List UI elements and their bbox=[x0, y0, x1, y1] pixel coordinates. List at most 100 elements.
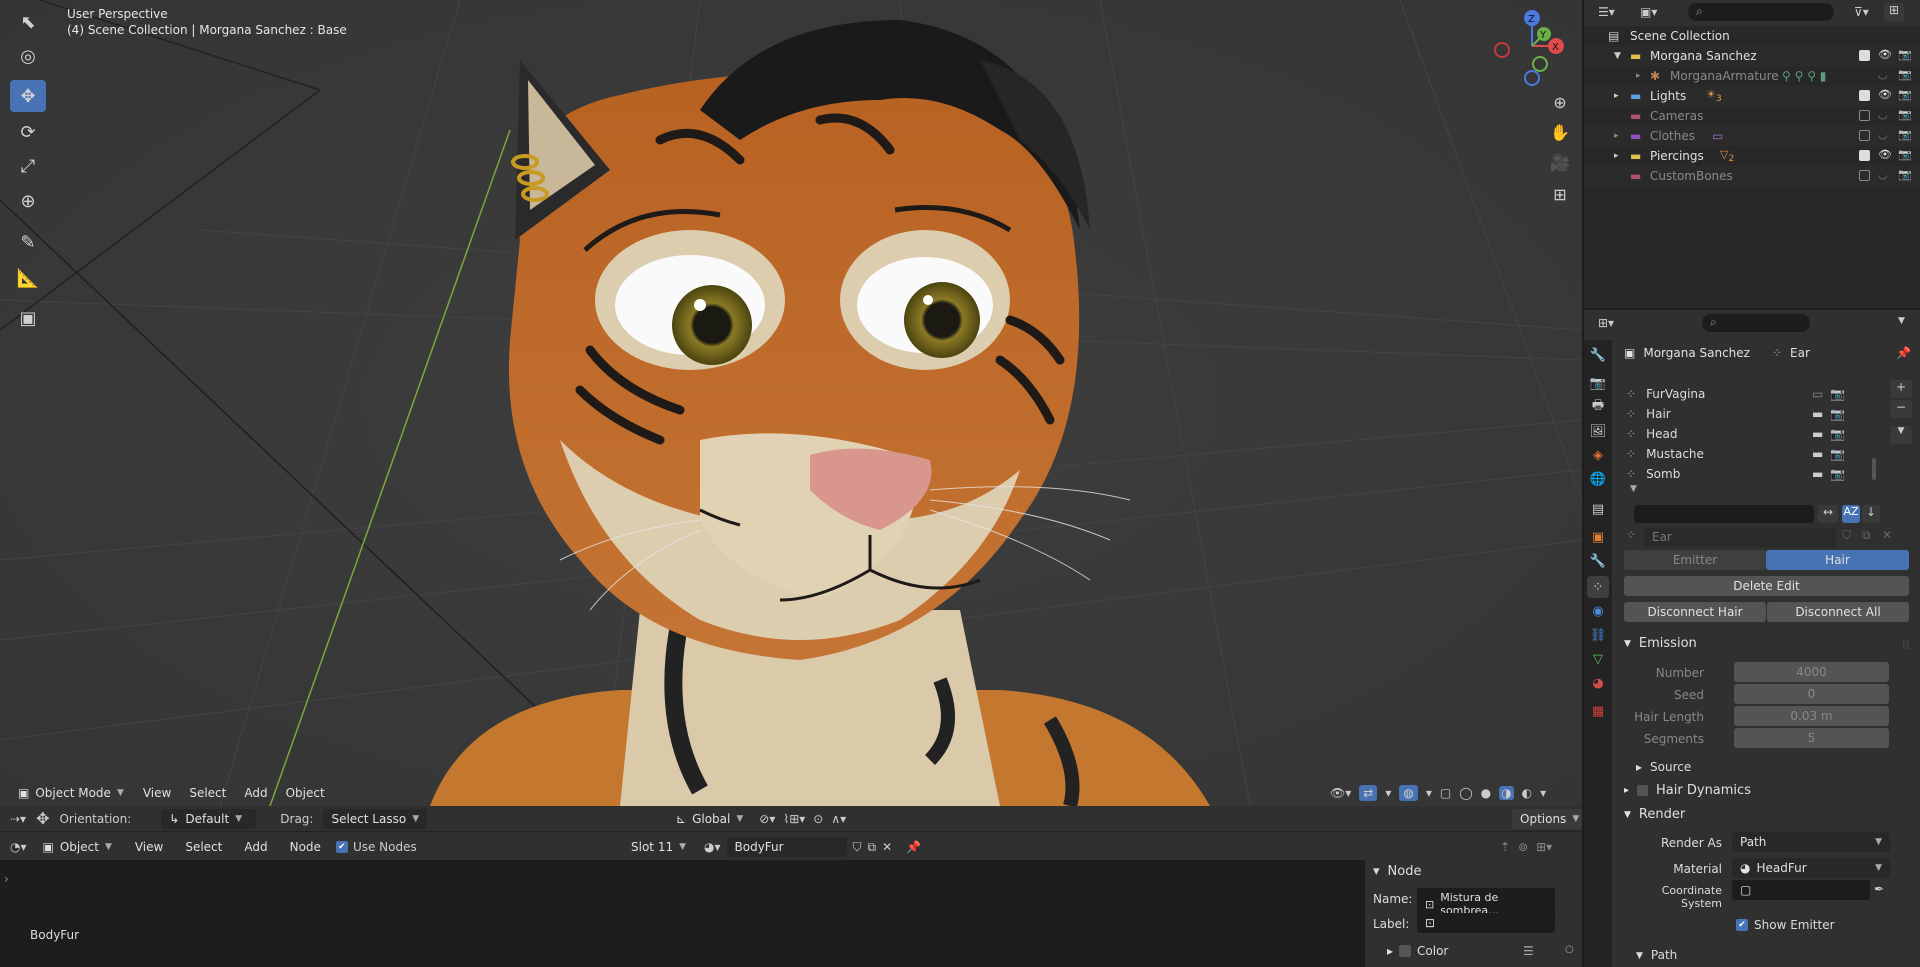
checkbox-icon[interactable] bbox=[1859, 50, 1870, 61]
node-label-field[interactable]: ⊡ bbox=[1417, 913, 1555, 933]
tool-tab-icon[interactable]: 🔧 bbox=[1587, 344, 1609, 366]
material-dropdown[interactable]: ◕ HeadFur ▼ bbox=[1732, 858, 1890, 878]
render-camera-icon[interactable]: 📷 bbox=[1898, 168, 1912, 181]
texture-tab-icon[interactable]: ▦ bbox=[1587, 700, 1609, 722]
outliner-item-scene-collection[interactable]: ▤ Scene Collection bbox=[1584, 26, 1920, 46]
delete-edit-button[interactable]: Delete Edit bbox=[1624, 576, 1909, 596]
solid-shading-icon[interactable]: ● bbox=[1481, 786, 1491, 800]
coordinate-system-field[interactable]: ▢ bbox=[1732, 880, 1870, 900]
editor-type-icon[interactable]: ◔▾ bbox=[10, 840, 27, 854]
select-box-icon[interactable]: ⬉ bbox=[10, 6, 46, 38]
eyedropper-icon[interactable]: ✒ bbox=[1874, 882, 1884, 896]
list-filter-input[interactable] bbox=[1634, 505, 1814, 523]
navigation-gizmo[interactable]: Z Y X bbox=[1488, 6, 1574, 88]
rendered-shading-icon[interactable]: ◐ bbox=[1522, 786, 1532, 800]
node-menu-add[interactable]: Add bbox=[237, 837, 274, 857]
particle-system-item[interactable]: ⁘ Mustache ▬ 📷 bbox=[1626, 444, 1876, 464]
render-as-dropdown[interactable]: Path ▼ bbox=[1732, 832, 1890, 852]
render-camera-icon[interactable]: 📷 bbox=[1830, 447, 1845, 461]
duplicate-icon[interactable]: ⧉ bbox=[1862, 528, 1871, 543]
outliner-search-input[interactable]: ⌕ bbox=[1688, 3, 1834, 21]
render-panel-header[interactable]: ▼ Render bbox=[1624, 807, 1685, 822]
viewport-display-icon[interactable]: ▬ bbox=[1812, 467, 1823, 481]
viewport-display-icon[interactable]: ▭ bbox=[1812, 387, 1823, 401]
modifier-tab-icon[interactable]: 🔧 bbox=[1587, 550, 1609, 572]
scale-icon[interactable]: ⤢ bbox=[10, 150, 46, 182]
ortho-grid-icon[interactable]: ⊞ bbox=[1546, 180, 1574, 208]
pin-icon[interactable]: 📌 bbox=[1896, 346, 1911, 360]
render-camera-icon[interactable]: 📷 bbox=[1830, 407, 1845, 421]
particle-system-item[interactable]: ⁘ Head ▬ 📷 bbox=[1626, 424, 1876, 444]
cursor-icon[interactable]: ◎ bbox=[10, 40, 46, 72]
list-icon[interactable]: ☰ bbox=[1523, 944, 1534, 958]
eye-icon[interactable]: ◡ bbox=[1878, 108, 1888, 121]
source-subpanel-header[interactable]: ▸ Source bbox=[1636, 760, 1691, 774]
particles-tab-icon[interactable]: ⁘ bbox=[1587, 576, 1609, 598]
transform-tool-icon[interactable]: ⇢▾ bbox=[10, 812, 26, 826]
world-tab-icon[interactable]: 🌐 bbox=[1587, 468, 1609, 490]
outliner-item-clothes[interactable]: ▸ ▬ Clothes ▭ ◡ 📷 bbox=[1584, 126, 1920, 146]
fake-user-icon[interactable]: ⛉ bbox=[853, 840, 862, 855]
sidebar-expand-icon[interactable]: › bbox=[4, 872, 9, 886]
render-camera-icon[interactable]: 📷 bbox=[1898, 68, 1912, 81]
snap-icon[interactable]: ⌇⊞▾ bbox=[783, 812, 805, 826]
use-nodes-toggle[interactable]: ✔ Use Nodes bbox=[335, 840, 417, 854]
unlink-icon[interactable]: ✕ bbox=[882, 840, 892, 854]
list-scrollbar[interactable] bbox=[1872, 458, 1876, 480]
viewport-display-icon[interactable]: ▬ bbox=[1812, 427, 1823, 441]
render-camera-icon[interactable]: 📷 bbox=[1830, 387, 1845, 401]
physics-tab-icon[interactable]: ◉ bbox=[1587, 600, 1609, 622]
properties-search-input[interactable]: ⌕ bbox=[1702, 314, 1810, 332]
seed-field[interactable]: 0 bbox=[1734, 684, 1889, 704]
collection-tab-icon[interactable]: ▤ bbox=[1587, 498, 1609, 520]
pin-icon[interactable]: 📌 bbox=[906, 840, 921, 854]
add-cube-icon[interactable]: ▣ bbox=[10, 302, 46, 334]
chevron-down-icon[interactable]: ▼ bbox=[1898, 316, 1905, 326]
3d-viewport[interactable]: User Perspective (4) Scene Collection | … bbox=[0, 0, 1582, 806]
scene-tab-icon[interactable]: ◈ bbox=[1587, 444, 1609, 466]
node-menu-select[interactable]: Select bbox=[178, 837, 229, 857]
parent-node-icon[interactable]: ⇡ bbox=[1500, 840, 1510, 854]
emission-panel-header[interactable]: ▼ Emission bbox=[1624, 636, 1697, 651]
menu-add[interactable]: Add bbox=[237, 783, 274, 803]
invert-filter-icon[interactable]: ↔ bbox=[1818, 505, 1838, 523]
camera-view-icon[interactable]: 🎥 bbox=[1546, 148, 1574, 176]
render-camera-icon[interactable]: 📷 bbox=[1898, 88, 1912, 101]
orientation-dropdown[interactable]: ↳ Default ▼ bbox=[161, 808, 257, 829]
type-hair-button[interactable]: Hair bbox=[1766, 550, 1909, 570]
render-camera-icon[interactable]: 📷 bbox=[1898, 128, 1912, 141]
annotate-icon[interactable]: ✎ bbox=[10, 226, 46, 258]
particle-system-item[interactable]: ⁘ Somb ▬ 📷 bbox=[1626, 464, 1876, 484]
data-tab-icon[interactable]: ▽ bbox=[1587, 648, 1609, 670]
hair-dynamics-panel-header[interactable]: ▸ Hair Dynamics bbox=[1624, 783, 1751, 798]
render-tab-icon[interactable]: 📷 bbox=[1587, 372, 1609, 394]
viewport-display-icon[interactable]: ▬ bbox=[1812, 407, 1823, 421]
viewport-display-icon[interactable]: ▬ bbox=[1812, 447, 1823, 461]
render-camera-icon[interactable]: 📷 bbox=[1830, 467, 1845, 481]
new-collection-icon[interactable]: ⊞ bbox=[1884, 3, 1904, 21]
path-subpanel-header[interactable]: ▼ Path bbox=[1636, 948, 1677, 962]
outliner-item-morgana-sanchez[interactable]: ▼ ▬ Morgana Sanchez 👁 📷 bbox=[1584, 46, 1920, 66]
falloff-icon[interactable]: ∧▾ bbox=[831, 812, 846, 826]
overlay-toggle-icon[interactable]: ◍ bbox=[1399, 785, 1418, 801]
xray-icon[interactable]: ▢ bbox=[1440, 786, 1451, 800]
eye-icon[interactable]: ◡ bbox=[1878, 168, 1888, 181]
constraints-tab-icon[interactable]: ⛓ bbox=[1587, 624, 1609, 646]
output-tab-icon[interactable]: 🖶 bbox=[1587, 396, 1609, 418]
outliner-item-cameras[interactable]: ▬ Cameras ◡ 📷 bbox=[1584, 106, 1920, 126]
render-camera-icon[interactable]: 📷 bbox=[1898, 108, 1912, 121]
render-camera-icon[interactable]: 📷 bbox=[1830, 427, 1845, 441]
rotate-icon[interactable]: ⟳ bbox=[10, 116, 46, 148]
measure-icon[interactable]: 📐 bbox=[10, 262, 46, 294]
checkbox-icon[interactable] bbox=[1637, 785, 1649, 796]
checkbox-icon[interactable] bbox=[1859, 150, 1870, 161]
eye-icon[interactable]: 👁 bbox=[1878, 148, 1892, 161]
outliner-item-lights[interactable]: ▸ ▬ Lights ☀3 👁 📷 bbox=[1584, 86, 1920, 106]
display-mode-icon[interactable]: ▣▾ bbox=[1640, 5, 1657, 19]
snap-node-icon[interactable]: ⊚ bbox=[1518, 840, 1528, 854]
menu-select[interactable]: Select bbox=[182, 783, 233, 803]
chevron-down-icon[interactable]: ▼ bbox=[1630, 484, 1637, 494]
sort-alpha-icon[interactable]: AZ bbox=[1842, 505, 1860, 523]
options-dropdown[interactable]: Options ▼ bbox=[1512, 809, 1588, 829]
drag-dropdown[interactable]: Select Lasso ▼ bbox=[323, 808, 428, 829]
